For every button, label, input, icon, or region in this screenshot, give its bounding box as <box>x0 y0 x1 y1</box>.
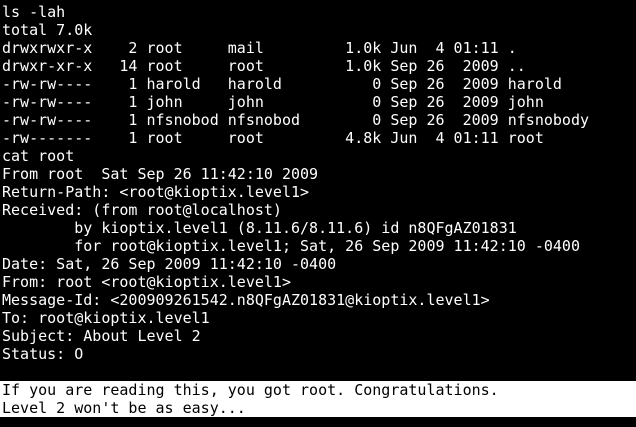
terminal-line: by kioptix.level1 (8.11.6/8.11.6) id n8Q… <box>2 219 517 237</box>
terminal-line: Subject: About Level 2 <box>2 327 201 345</box>
selected-terminal-line: If you are reading this, you got root. C… <box>0 381 636 399</box>
terminal-line: for root@kioptix.level1; Sat, 26 Sep 200… <box>2 237 580 255</box>
terminal-line: From: root <root@kioptix.level1> <box>2 273 291 291</box>
terminal-line: -rw-rw---- 1 nfsnobod nfsnobod 0 Sep 26 … <box>2 111 589 129</box>
terminal-line: cat root <box>2 147 75 165</box>
terminal-line: ls -lah <box>2 3 66 21</box>
terminal-line: drwxr-xr-x 14 root root 1.0k Sep 26 2009… <box>2 57 526 75</box>
terminal-line: -rw-rw---- 1 harold harold 0 Sep 26 2009… <box>2 75 562 93</box>
terminal-line: -rw------- 1 root root 4.8k Jun 4 01:11 … <box>2 129 544 147</box>
selected-terminal-line: Level 2 won't be as easy... <box>0 399 636 417</box>
terminal-output[interactable]: ls -lah total 7.0k drwxrwxr-x 2 root mail … <box>0 3 636 417</box>
terminal-line: -rw-rw---- 1 john john 0 Sep 26 2009 joh… <box>2 93 544 111</box>
terminal-line: Received: (from root@localhost) <box>2 201 282 219</box>
terminal-line: Return-Path: <root@kioptix.level1> <box>2 183 310 201</box>
terminal-line: Status: O <box>2 345 84 363</box>
terminal-line: Message-Id: <200909261542.n8QFgAZ01831@k… <box>2 291 490 309</box>
terminal-line: total 7.0k <box>2 21 93 39</box>
terminal-line: From root Sat Sep 26 11:42:10 2009 <box>2 165 319 183</box>
terminal-line: drwxrwxr-x 2 root mail 1.0k Jun 4 01:11 … <box>2 39 517 57</box>
terminal-line: Date: Sat, 26 Sep 2009 11:42:10 -0400 <box>2 255 337 273</box>
terminal-line: To: root@kioptix.level1 <box>2 309 210 327</box>
